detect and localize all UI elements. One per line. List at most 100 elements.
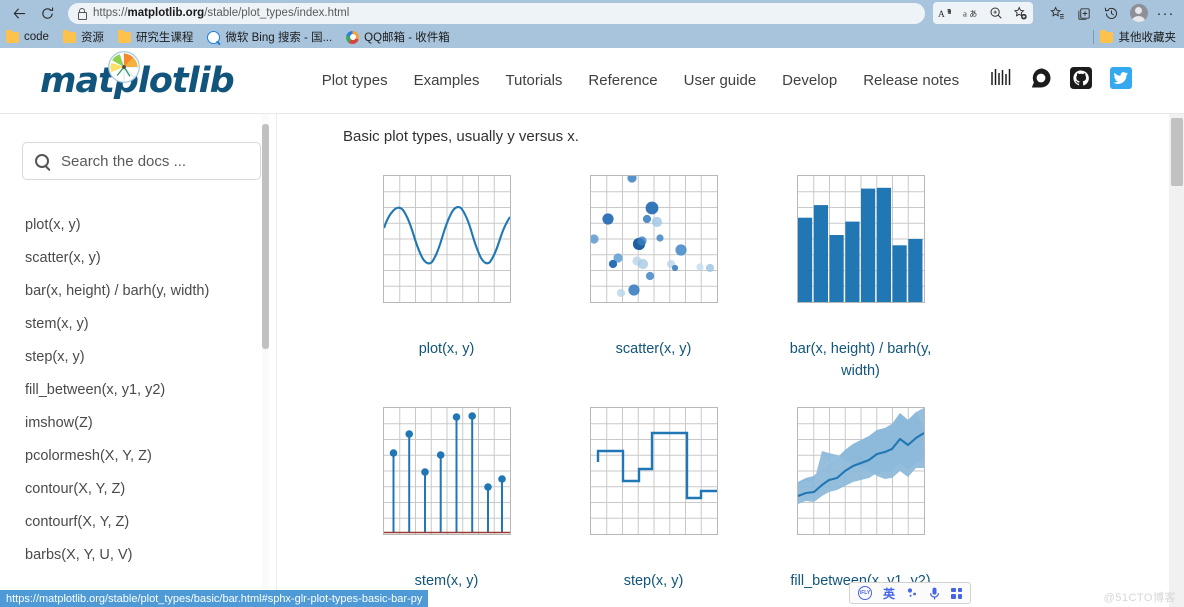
avatar: [1129, 4, 1148, 22]
svg-text:A: A: [938, 10, 945, 20]
sparkle-icon[interactable]: [906, 587, 918, 599]
site-logo[interactable]: matplotlib: [40, 51, 235, 101]
browser-tool-group: A aあ: [933, 2, 1033, 24]
history-icon[interactable]: [1099, 2, 1124, 24]
sidebar-item-bar[interactable]: bar(x, height) / barh(y, width): [25, 274, 277, 307]
plot-card-stem[interactable]: stem(x, y): [343, 406, 550, 593]
profile-icon[interactable]: [1126, 2, 1151, 24]
search-icon: [35, 154, 49, 168]
plot-card-line[interactable]: plot(x, y): [343, 175, 550, 383]
address-bar[interactable]: https://matplotlib.org/stable/plot_types…: [68, 2, 925, 24]
sidebar-item-imshow[interactable]: imshow(Z): [25, 406, 277, 439]
page-lead-text: Basic plot types, usually y versus x.: [343, 128, 579, 145]
page-scrollbar-thumb[interactable]: [1171, 118, 1183, 186]
nav-item-develop[interactable]: Develop: [782, 72, 837, 89]
plot-card-caption: step(x, y): [623, 572, 684, 589]
bookmark-item[interactable]: 微软 Bing 搜索 - 国...: [207, 29, 332, 45]
scatter-chart-svg: [590, 176, 717, 302]
nav-item-user-guide[interactable]: User guide: [684, 72, 757, 89]
github-icon[interactable]: [1069, 66, 1093, 95]
page-body: Search the docs ... plot(x, y) scatter(x…: [0, 114, 1184, 607]
matplotlib-logo-icon: [108, 51, 140, 83]
thumbnail-step-plot[interactable]: [589, 406, 718, 535]
qq-icon: [346, 30, 360, 44]
ime-toolbar[interactable]: iFLY 英: [849, 582, 972, 604]
bookmark-label: QQ邮箱 - 收件箱: [364, 32, 450, 44]
bookmark-item[interactable]: QQ邮箱 - 收件箱: [346, 29, 450, 45]
sidebar-item-stem[interactable]: stem(x, y): [25, 307, 277, 340]
bookmark-label: code: [24, 31, 49, 43]
read-aloud-icon[interactable]: A: [933, 2, 958, 24]
step-chart-svg: [590, 407, 717, 534]
folder-icon: [62, 29, 76, 43]
bookmark-label: 微软 Bing 搜索 - 国...: [225, 32, 333, 44]
plot-card-caption: plot(x, y): [418, 341, 475, 357]
thumbnail-line-plot[interactable]: [382, 175, 511, 303]
add-to-collections-icon[interactable]: [1008, 2, 1033, 24]
search-placeholder: Search the docs ...: [61, 152, 187, 170]
sidebar-item-contourf[interactable]: contourf(X, Y, Z): [25, 505, 277, 538]
plot-card-caption: stem(x, y): [414, 572, 479, 589]
sidebar-item-barbs[interactable]: barbs(X, Y, U, V): [25, 538, 277, 571]
sidebar-item-pcolormesh[interactable]: pcolormesh(X, Y, Z): [25, 439, 277, 472]
folder-icon: [1099, 29, 1113, 43]
bookmark-label: 研究生课程: [135, 32, 194, 44]
bar-chart-svg: [797, 176, 924, 302]
web-page: matplotlib Plot types Examples Tutorials…: [0, 48, 1184, 607]
bing-icon: [207, 30, 221, 44]
plot-card-bar[interactable]: bar(x, height) / barh(y, width): [757, 175, 964, 383]
plot-card-step[interactable]: step(x, y): [550, 406, 757, 593]
nav-item-examples[interactable]: Examples: [414, 72, 480, 89]
settings-more-icon[interactable]: ···: [1153, 2, 1178, 24]
status-bar-link-preview: https://matplotlib.org/stable/plot_types…: [0, 590, 429, 607]
microphone-icon[interactable]: [929, 587, 940, 600]
line-chart-svg: [383, 176, 510, 302]
sidebar-item-scatter[interactable]: scatter(x, y): [25, 241, 277, 274]
sidebar-item-contour[interactable]: contour(X, Y, Z): [25, 472, 277, 505]
search-input[interactable]: Search the docs ...: [22, 142, 261, 180]
translate-icon[interactable]: aあ: [958, 2, 983, 24]
plot-card-scatter[interactable]: scatter(x, y): [550, 175, 757, 383]
sidebar-scrollbar-thumb[interactable]: [262, 124, 269, 349]
folder-icon: [6, 29, 19, 43]
ime-language-mode[interactable]: 英: [883, 585, 895, 602]
ime-logo-icon[interactable]: iFLY: [858, 586, 872, 600]
stem-chart-svg: [383, 407, 510, 534]
grid-menu-icon[interactable]: [951, 587, 963, 599]
plot-card-fill-between[interactable]: fill_between(x, y1, y2): [757, 406, 964, 593]
bars-logo-icon[interactable]: [989, 66, 1013, 95]
other-bookmarks[interactable]: 其他收藏夹: [1092, 26, 1176, 48]
back-arrow-icon[interactable]: [6, 2, 32, 24]
sidebar-item-step[interactable]: step(x, y): [25, 340, 277, 373]
thumbnail-scatter-plot[interactable]: [589, 175, 718, 303]
plot-type-grid: plot(x, y) scatter(x, y) bar(x, height) …: [343, 175, 983, 592]
sidebar-item-fill-between[interactable]: fill_between(x, y1, y2): [25, 373, 277, 406]
nav-item-reference[interactable]: Reference: [588, 72, 657, 89]
thumbnail-fill-between-plot[interactable]: [796, 406, 925, 535]
discourse-icon[interactable]: [1029, 66, 1053, 95]
reload-icon[interactable]: [34, 2, 60, 24]
sidebar-item-plot[interactable]: plot(x, y): [25, 208, 277, 241]
thumbnail-stem-plot[interactable]: [382, 406, 511, 535]
main-content: Basic plot types, usually y versus x. pl…: [277, 114, 1184, 607]
thumbnail-bar-plot[interactable]: [796, 175, 925, 303]
nav-item-plot-types[interactable]: Plot types: [322, 72, 388, 89]
plot-card-caption: scatter(x, y): [615, 341, 692, 357]
favorites-icon[interactable]: [1045, 2, 1070, 24]
browser-chrome: https://matplotlib.org/stable/plot_types…: [0, 0, 1184, 48]
sidebar: Search the docs ... plot(x, y) scatter(x…: [0, 114, 277, 607]
nav-item-release-notes[interactable]: Release notes: [863, 72, 959, 89]
bookmark-item[interactable]: 研究生课程: [117, 29, 194, 45]
fill-between-chart-svg: [797, 407, 924, 534]
nav-item-tutorials[interactable]: Tutorials: [505, 72, 562, 89]
bookmark-item[interactable]: code: [6, 29, 49, 43]
twitter-icon[interactable]: [1109, 66, 1133, 95]
browser-nav-row: https://matplotlib.org/stable/plot_types…: [0, 0, 1184, 26]
zoom-icon[interactable]: [983, 2, 1008, 24]
site-header: matplotlib Plot types Examples Tutorials…: [0, 48, 1184, 114]
page-scrollbar-track[interactable]: [1169, 114, 1184, 607]
folder-icon: [117, 29, 131, 43]
collections-icon[interactable]: [1072, 2, 1097, 24]
svg-text:a: a: [963, 9, 967, 19]
bookmark-item[interactable]: 资源: [62, 29, 104, 45]
